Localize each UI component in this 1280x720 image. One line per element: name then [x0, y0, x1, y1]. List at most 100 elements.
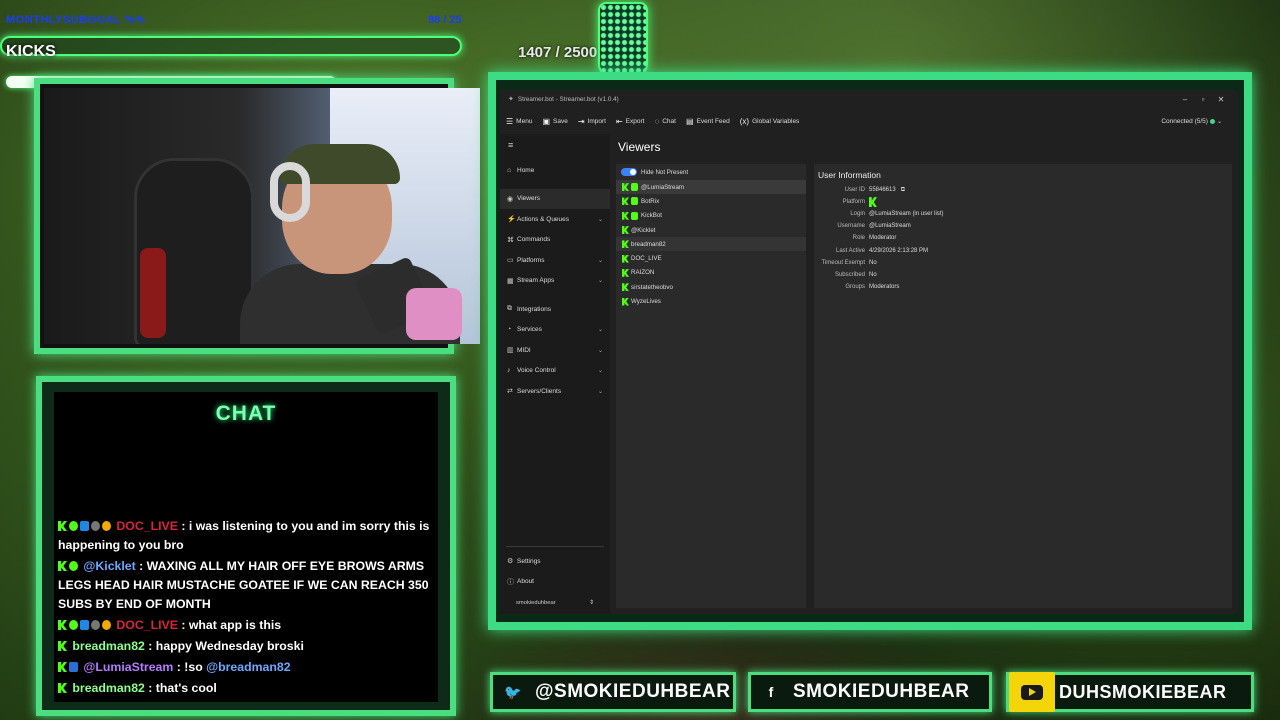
sidebar-item-commands[interactable]: ⌘ Commands: [500, 230, 610, 251]
viewer-name: breadman82: [631, 240, 666, 248]
microphone-icon: ♪: [507, 367, 511, 375]
facebook-icon: f: [768, 684, 774, 700]
save-button[interactable]: ▣ Save: [542, 117, 567, 126]
viewer-name: WyzeLives: [631, 298, 661, 306]
sidebar-item-about[interactable]: ⓘ About: [500, 572, 610, 593]
export-button[interactable]: ⇤ Export: [616, 117, 645, 126]
sub-count: 1407 / 2500: [518, 44, 598, 61]
chevron-down-icon: ⌄: [597, 327, 603, 334]
sidebar-item-viewers[interactable]: ◉ Viewers: [500, 188, 610, 209]
chevron-down-icon: ⌄: [597, 216, 603, 223]
chat-message: @Kicklet : WAXING ALL MY HAIR OFF EYE BR…: [58, 557, 436, 614]
kicks-label: KICKS: [6, 43, 56, 60]
viewer-row[interactable]: RAIZON: [616, 266, 806, 280]
sidebar-item-home[interactable]: ⌂ Home: [500, 160, 610, 181]
viewer-row[interactable]: DOC_LIVE: [616, 251, 806, 265]
event-feed-button[interactable]: ▤ Event Feed: [686, 117, 730, 126]
menu-button[interactable]: ☰ Menu: [506, 117, 532, 126]
moderator-badge-icon: [631, 211, 638, 220]
chat-username[interactable]: @LumiaStream: [83, 660, 173, 674]
servers-icon: ⇄: [507, 388, 513, 396]
sidebar-item-label: Viewers: [517, 195, 541, 203]
global-variables-button[interactable]: (x) Global Variables: [740, 117, 800, 126]
chevron-down-icon: ⌄: [597, 257, 603, 264]
chat-username[interactable]: @Kicklet: [83, 559, 135, 573]
chat-messages: DOC_LIVE : i was listening to you and im…: [58, 515, 436, 698]
sidebar-item-label: Voice Control: [517, 367, 556, 375]
youtube-icon: [1009, 672, 1055, 712]
viewer-row[interactable]: KickBot: [616, 209, 806, 223]
sidebar-item-label: Commands: [517, 236, 551, 244]
copy-icon[interactable]: ⧉: [901, 187, 905, 194]
sidebar-bottom: ⚙ Settings ⓘ About smokieduhbear ⇕: [500, 546, 610, 614]
viewer-name: sirstatetheobvo: [631, 283, 673, 291]
sidebar-item-stream-apps[interactable]: ▦ Stream Apps ⌄: [500, 271, 610, 292]
facebook-banner: f SMOKIEDUHBEAR: [748, 672, 992, 712]
sidebar-item-services[interactable]: ◔ Services ⌄: [500, 320, 610, 341]
import-icon: ⇥: [577, 116, 585, 126]
sidebar-item-label: MIDI: [517, 346, 531, 354]
variables-icon: (x): [739, 116, 750, 126]
viewer-name: @Kicklet: [631, 226, 656, 234]
sidebar-item-label: Servers/Clients: [517, 387, 562, 395]
global-variables-label: Global Variables: [752, 117, 800, 125]
kick-icon: [622, 268, 629, 277]
hide-not-present-toggle[interactable]: [621, 168, 637, 176]
close-icon[interactable]: ✕: [1212, 95, 1230, 104]
event-feed-icon: ▤: [685, 116, 694, 126]
info-value: Moderator: [869, 235, 897, 242]
chat-button[interactable]: ◌ Chat: [654, 117, 676, 126]
sidebar-item-label: Services: [517, 326, 542, 334]
sidebar-item-midi[interactable]: ▥ MIDI ⌄: [500, 340, 610, 361]
import-button[interactable]: ⇥ Import: [578, 117, 606, 126]
viewer-row[interactable]: sirstatetheobvo: [616, 280, 806, 294]
viewer-row[interactable]: BotRix: [616, 194, 806, 208]
sidebar-item-servers[interactable]: ⇄ Servers/Clients ⌄: [500, 381, 610, 402]
viewer-name: BotRix: [641, 197, 660, 205]
window-title: Streamer.bot - Streamer.bot (v1.0.4): [517, 95, 619, 103]
app-icon: ✦: [508, 96, 514, 103]
export-label: Export: [625, 117, 645, 125]
info-value[interactable]: 55846613: [869, 187, 896, 193]
chat-username[interactable]: breadman82: [72, 639, 144, 653]
connection-status[interactable]: Connected (5/5) ⌄: [1161, 118, 1222, 125]
subgoal-label: MONTHLYSUBGOAL %%: [6, 14, 146, 26]
viewer-row[interactable]: breadman82: [616, 237, 806, 252]
info-value: No: [869, 259, 877, 266]
sidebar-item-voice-control[interactable]: ♪ Voice Control ⌄: [500, 361, 610, 382]
sidebar-item-platforms[interactable]: ▭ Platforms ⌄: [500, 250, 610, 271]
info-value: No: [869, 271, 877, 278]
sidebar-item-actions[interactable]: ⚡ Actions & Queues ⌄: [500, 209, 610, 230]
sidebar-item-integrations[interactable]: ⧉ Integrations: [500, 299, 610, 320]
chat-username[interactable]: DOC_LIVE: [116, 519, 178, 533]
kick-icon: [622, 297, 629, 306]
info-value: @LumiaStream: [869, 223, 911, 230]
home-icon: ⌂: [507, 166, 512, 174]
chat-username[interactable]: DOC_LIVE: [116, 618, 178, 632]
import-label: Import: [587, 117, 606, 125]
moderator-badge-icon: [631, 197, 638, 206]
chat-text: : happy Wednesday broski: [148, 639, 304, 653]
viewer-row[interactable]: WyzeLives: [616, 294, 806, 308]
headphones: [270, 162, 310, 222]
chat-username[interactable]: breadman82: [72, 681, 144, 695]
sidebar-item-label: Settings: [517, 557, 541, 565]
sidebar-item-settings[interactable]: ⚙ Settings: [500, 551, 610, 572]
sidebar-item-label: Integrations: [517, 305, 551, 313]
sidebar-item-label: Actions & Queues: [517, 215, 570, 223]
chat-mention[interactable]: @breadman82: [206, 660, 290, 674]
chevron-updown-icon: ⇕: [589, 600, 594, 606]
viewer-row[interactable]: @Kicklet: [616, 223, 806, 237]
chat-text: : that's cool: [148, 681, 217, 695]
maximize-icon[interactable]: ▫: [1194, 95, 1212, 104]
toggle-label: Hide Not Present: [641, 168, 689, 176]
main-content: Viewers Hide Not Present @LumiaStream Bo…: [610, 134, 1238, 614]
info-row-groups: Groups Moderators: [814, 281, 1232, 293]
menu-label: Menu: [516, 117, 533, 125]
account-selector[interactable]: smokieduhbear ⇕: [500, 592, 610, 614]
info-value: Moderators: [869, 283, 900, 290]
hamburger-icon[interactable]: ≡: [500, 136, 610, 160]
minimize-icon[interactable]: –: [1176, 95, 1194, 104]
gift-badge-icon: [80, 620, 89, 630]
viewer-row[interactable]: @LumiaStream: [616, 180, 806, 195]
